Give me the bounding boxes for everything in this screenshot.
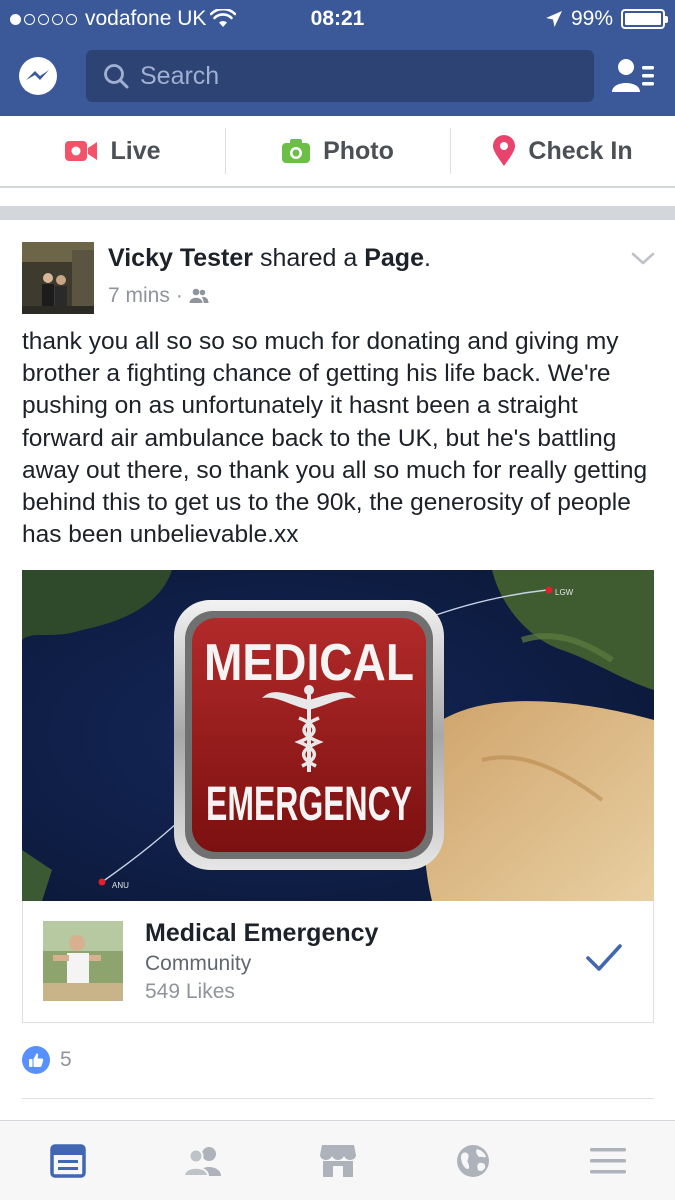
- post-text: thank you all so so so much for donating…: [22, 328, 648, 549]
- friends-audience-icon: [189, 288, 209, 303]
- meta-separator: ·: [175, 284, 183, 307]
- map-label-lgw: LGW: [555, 588, 574, 597]
- live-label: Live: [110, 136, 161, 165]
- post-divider: [22, 1098, 654, 1099]
- avatar[interactable]: [22, 242, 94, 314]
- globe-icon: [456, 1144, 489, 1177]
- sign-bottom-text: EMERGENCY: [206, 778, 412, 831]
- top-bar: vodafone UK 08:21 99% Search: [0, 0, 675, 116]
- status-bar: vodafone UK 08:21 99%: [0, 0, 675, 40]
- map-label-anu: ANU: [112, 881, 129, 890]
- sign-top-text: MEDICAL: [204, 634, 414, 692]
- tab-notifications[interactable]: [405, 1121, 540, 1200]
- photo-button[interactable]: Photo: [225, 116, 450, 186]
- period: .: [423, 244, 431, 272]
- like-count: 5: [60, 1048, 72, 1071]
- search-bar[interactable]: Search: [86, 50, 594, 102]
- live-button[interactable]: Live: [0, 116, 225, 186]
- tab-news-feed[interactable]: [0, 1121, 135, 1200]
- page-name[interactable]: Medical Emergency: [145, 919, 378, 948]
- shared-object[interactable]: Page: [364, 244, 424, 272]
- location-arrow-icon: [545, 11, 562, 27]
- post-meta: 7 mins ·: [108, 284, 209, 308]
- search-icon: [104, 64, 129, 89]
- marketplace-icon: [319, 1144, 356, 1177]
- tab-marketplace[interactable]: [270, 1121, 405, 1200]
- page-likes: 549 Likes: [145, 980, 235, 1003]
- page-category: Community: [145, 952, 252, 975]
- battery-icon: [621, 9, 668, 29]
- search-placeholder: Search: [140, 61, 220, 90]
- messenger-icon[interactable]: [17, 56, 59, 98]
- menu-icon: [589, 1147, 626, 1173]
- check-in-button[interactable]: Check In: [450, 116, 675, 186]
- news-feed-icon: [49, 1143, 86, 1178]
- photo-label: Photo: [323, 136, 394, 165]
- shared-page-card[interactable]: Medical Emergency Community 549 Likes: [22, 901, 654, 1023]
- tab-friends[interactable]: [135, 1121, 270, 1200]
- like-reaction-icon: [22, 1046, 50, 1074]
- post-time[interactable]: 7 mins: [108, 284, 170, 308]
- friend-requests-icon[interactable]: [610, 56, 656, 96]
- feed-separator: [0, 206, 675, 220]
- tab-bar: [0, 1120, 675, 1200]
- reactions-summary[interactable]: 5: [22, 1046, 72, 1074]
- camera-icon: [282, 139, 311, 163]
- battery-percent: 99%: [570, 7, 613, 30]
- status-right: 99%: [545, 7, 668, 31]
- post-header: Vicky Tester shared a Page.: [108, 244, 431, 273]
- page-thumbnail: [43, 921, 123, 1001]
- liked-checkmark-icon[interactable]: [585, 943, 623, 973]
- composer-actions: Live Photo Check In: [0, 116, 675, 188]
- location-pin-icon: [493, 135, 516, 166]
- video-camera-icon: [65, 141, 98, 161]
- check-in-label: Check In: [528, 136, 633, 165]
- post-action: shared a: [259, 244, 358, 272]
- shared-image[interactable]: LGW ANU MEDICAL EMERGENCY: [22, 570, 654, 901]
- chevron-down-icon[interactable]: [630, 250, 656, 268]
- tab-more[interactable]: [540, 1121, 675, 1200]
- author-name[interactable]: Vicky Tester: [108, 244, 253, 272]
- friends-icon: [182, 1146, 221, 1177]
